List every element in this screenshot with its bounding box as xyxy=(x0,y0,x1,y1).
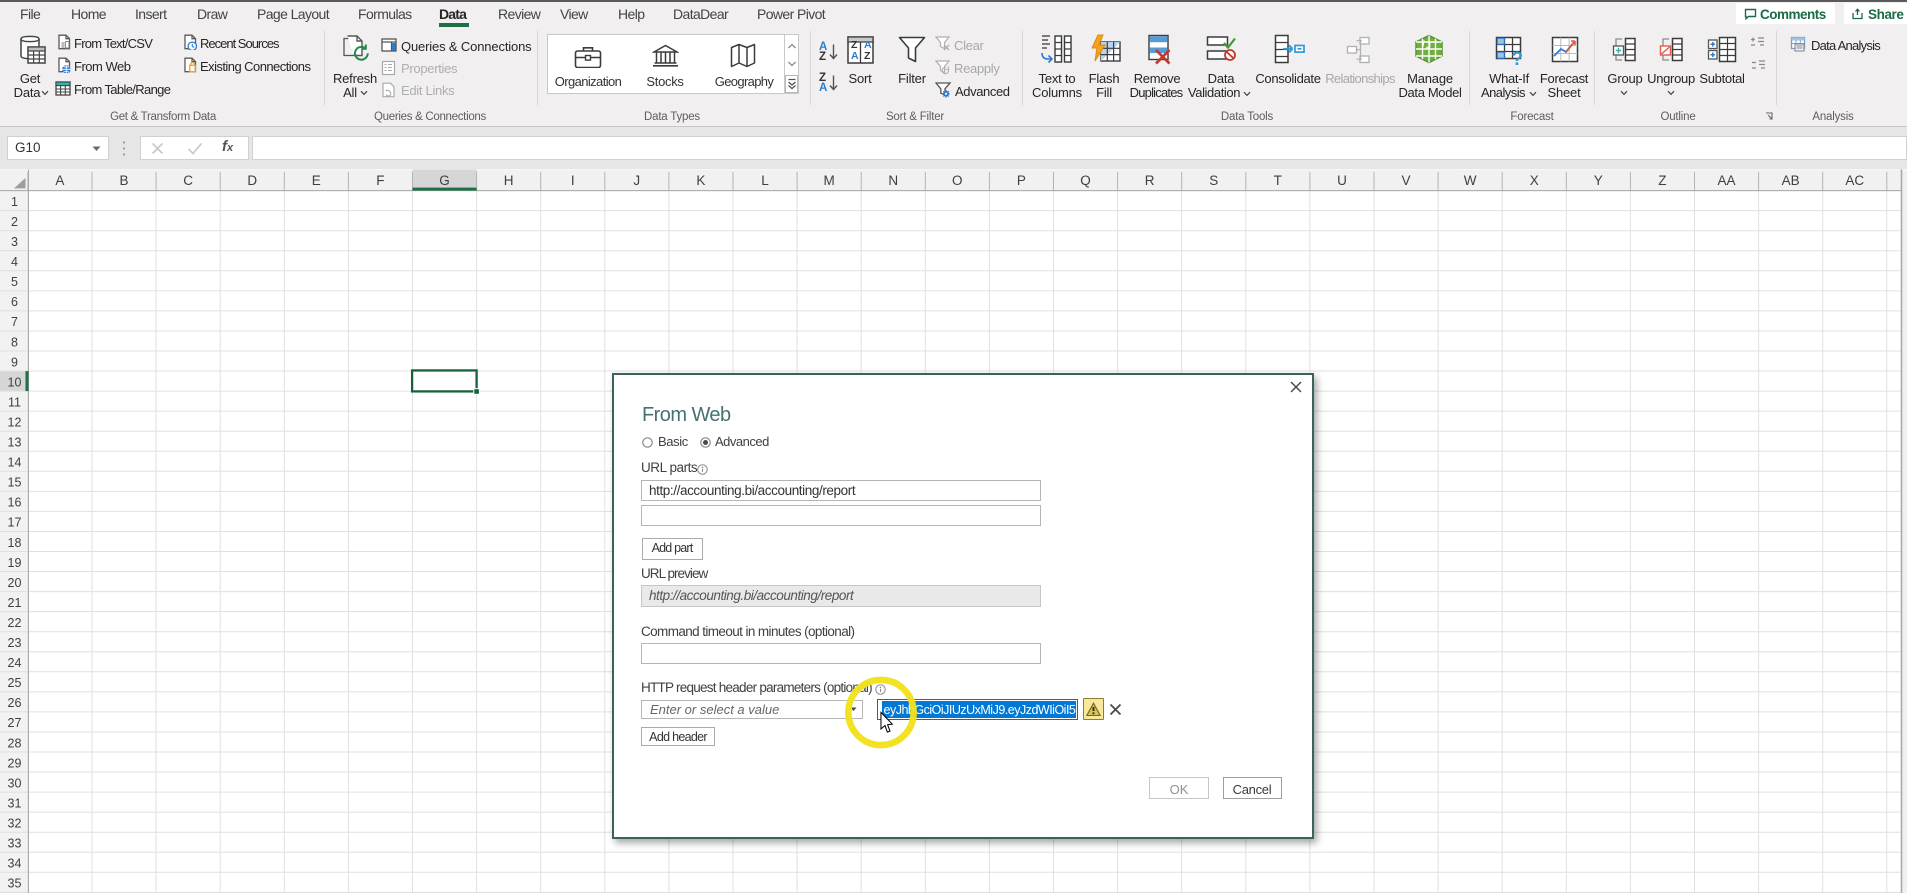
svg-text:R: R xyxy=(1145,173,1155,188)
svg-text:X: X xyxy=(1530,173,1539,188)
svg-text:AC: AC xyxy=(1845,173,1864,188)
svg-text:E: E xyxy=(312,173,321,188)
svg-text:A: A xyxy=(55,173,64,188)
svg-text:2: 2 xyxy=(11,215,18,229)
svg-text:26: 26 xyxy=(8,696,22,710)
svg-text:M: M xyxy=(823,173,834,188)
svg-text:35: 35 xyxy=(8,877,22,891)
svg-text:J: J xyxy=(633,173,640,188)
svg-text:1: 1 xyxy=(11,195,18,209)
svg-text:32: 32 xyxy=(8,816,22,830)
svg-text:14: 14 xyxy=(8,456,22,470)
svg-text:Q: Q xyxy=(1080,173,1091,188)
svg-text:17: 17 xyxy=(8,516,22,530)
svg-text:12: 12 xyxy=(8,415,22,429)
svg-text:Y: Y xyxy=(1594,173,1603,188)
svg-text:20: 20 xyxy=(8,576,22,590)
svg-text:B: B xyxy=(119,173,128,188)
svg-text:30: 30 xyxy=(8,776,22,790)
svg-text:8: 8 xyxy=(11,335,18,349)
svg-text:28: 28 xyxy=(8,736,22,750)
svg-text:Z: Z xyxy=(1658,173,1666,188)
svg-text:10: 10 xyxy=(8,375,22,389)
svg-text:F: F xyxy=(376,173,384,188)
svg-text:J: J xyxy=(1426,41,1431,51)
svg-text:21: 21 xyxy=(8,596,22,610)
svg-text:N: N xyxy=(888,173,898,188)
svg-text:18: 18 xyxy=(8,536,22,550)
svg-text:25: 25 xyxy=(8,676,22,690)
svg-text:D: D xyxy=(247,173,257,188)
svg-text:U: U xyxy=(1337,173,1347,188)
svg-text:C: C xyxy=(183,173,193,188)
svg-text:19: 19 xyxy=(8,556,22,570)
svg-text:S: S xyxy=(1209,173,1218,188)
svg-text:3: 3 xyxy=(11,235,18,249)
svg-text:9: 9 xyxy=(11,355,18,369)
svg-text:29: 29 xyxy=(8,756,22,770)
svg-text:15: 15 xyxy=(8,476,22,490)
svg-text:5: 5 xyxy=(11,275,18,289)
svg-text:22: 22 xyxy=(8,616,22,630)
svg-text:O: O xyxy=(952,173,963,188)
svg-text:?: ? xyxy=(1512,49,1524,66)
svg-text:24: 24 xyxy=(8,656,22,670)
svg-text:13: 13 xyxy=(8,436,22,450)
svg-text:6: 6 xyxy=(11,295,18,309)
svg-text:4: 4 xyxy=(11,255,18,269)
svg-text:L: L xyxy=(761,173,769,188)
svg-text:33: 33 xyxy=(8,837,22,851)
svg-text:G: G xyxy=(439,173,450,188)
svg-text:AB: AB xyxy=(1782,173,1800,188)
svg-text:16: 16 xyxy=(8,496,22,510)
svg-text:AA: AA xyxy=(1717,173,1735,188)
svg-text:31: 31 xyxy=(8,796,22,810)
svg-text:11: 11 xyxy=(8,395,21,409)
svg-text:7: 7 xyxy=(11,315,18,329)
svg-text:T: T xyxy=(1274,173,1282,188)
svg-text:I: I xyxy=(571,173,575,188)
svg-text:H: H xyxy=(504,173,514,188)
svg-text:34: 34 xyxy=(8,857,22,871)
svg-text:V: V xyxy=(1401,173,1410,188)
svg-text:27: 27 xyxy=(8,716,22,730)
svg-text:K: K xyxy=(696,173,705,188)
svg-text:23: 23 xyxy=(8,636,22,650)
svg-text:P: P xyxy=(1017,173,1026,188)
svg-text:W: W xyxy=(1464,173,1477,188)
